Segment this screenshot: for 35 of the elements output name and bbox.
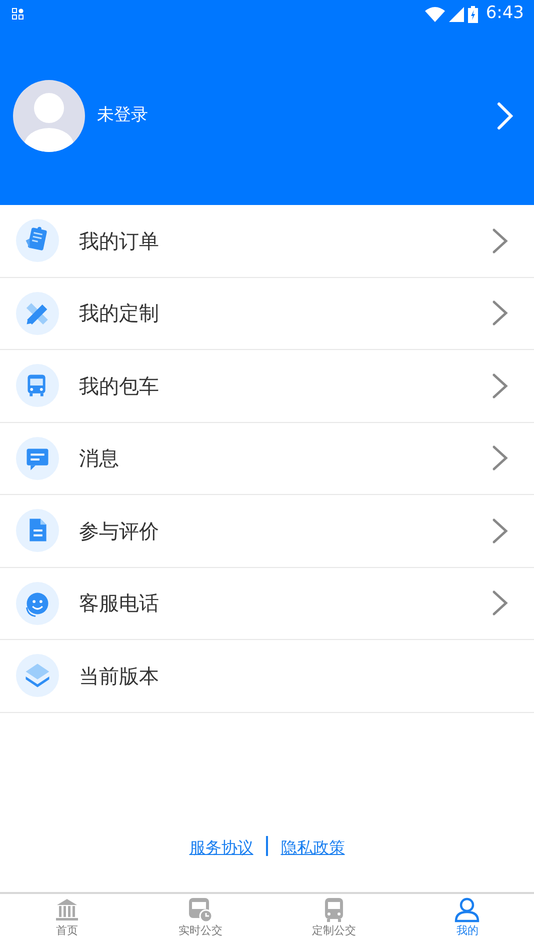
menu-item-label[interactable]: 我的包车 [79, 370, 159, 401]
login-status[interactable]: 未登录 [97, 102, 148, 128]
chevron-icon[interactable] [492, 590, 508, 616]
document-icon [16, 509, 59, 552]
chevron-icon[interactable] [492, 518, 508, 544]
message-icon [16, 436, 59, 480]
tab[interactable]: 定制公交 [267, 894, 400, 950]
bus-icon [16, 364, 59, 408]
menu-item-label[interactable]: 当前版本 [79, 660, 159, 691]
menu-item-label[interactable]: 我的定制 [79, 298, 159, 328]
status-time: 6:43 [486, 2, 524, 26]
bus-clock-icon [186, 896, 214, 923]
chevron-icon[interactable] [492, 300, 508, 326]
chevron-icon[interactable] [492, 372, 508, 399]
notification-icon [12, 8, 24, 20]
battery-icon [468, 6, 478, 22]
wifi-icon [424, 6, 445, 22]
menu-item-label[interactable]: 我的订单 [79, 226, 159, 256]
tab[interactable]: 实时公交 [134, 894, 267, 950]
signal-icon [448, 6, 464, 22]
menu-item-label[interactable]: 消息 [79, 443, 119, 474]
menu-item-label[interactable]: 客服电话 [79, 588, 159, 618]
clipboard-icon [16, 219, 59, 262]
footer-link[interactable]: 服务协议 [189, 836, 254, 860]
chevron-icon[interactable] [492, 228, 508, 254]
footer-link[interactable]: 隐私政策 [280, 836, 345, 860]
pencil-ruler-icon [16, 292, 59, 335]
smiley-headset-icon [16, 582, 59, 625]
avatar[interactable] [13, 80, 85, 152]
tab[interactable]: 首页 [0, 894, 134, 950]
menu-item-label[interactable]: 参与评价 [79, 516, 159, 546]
person-icon [453, 896, 482, 923]
tab[interactable]: 我的 [400, 894, 534, 950]
chevron-icon[interactable] [492, 445, 508, 472]
layers-icon [16, 654, 59, 698]
